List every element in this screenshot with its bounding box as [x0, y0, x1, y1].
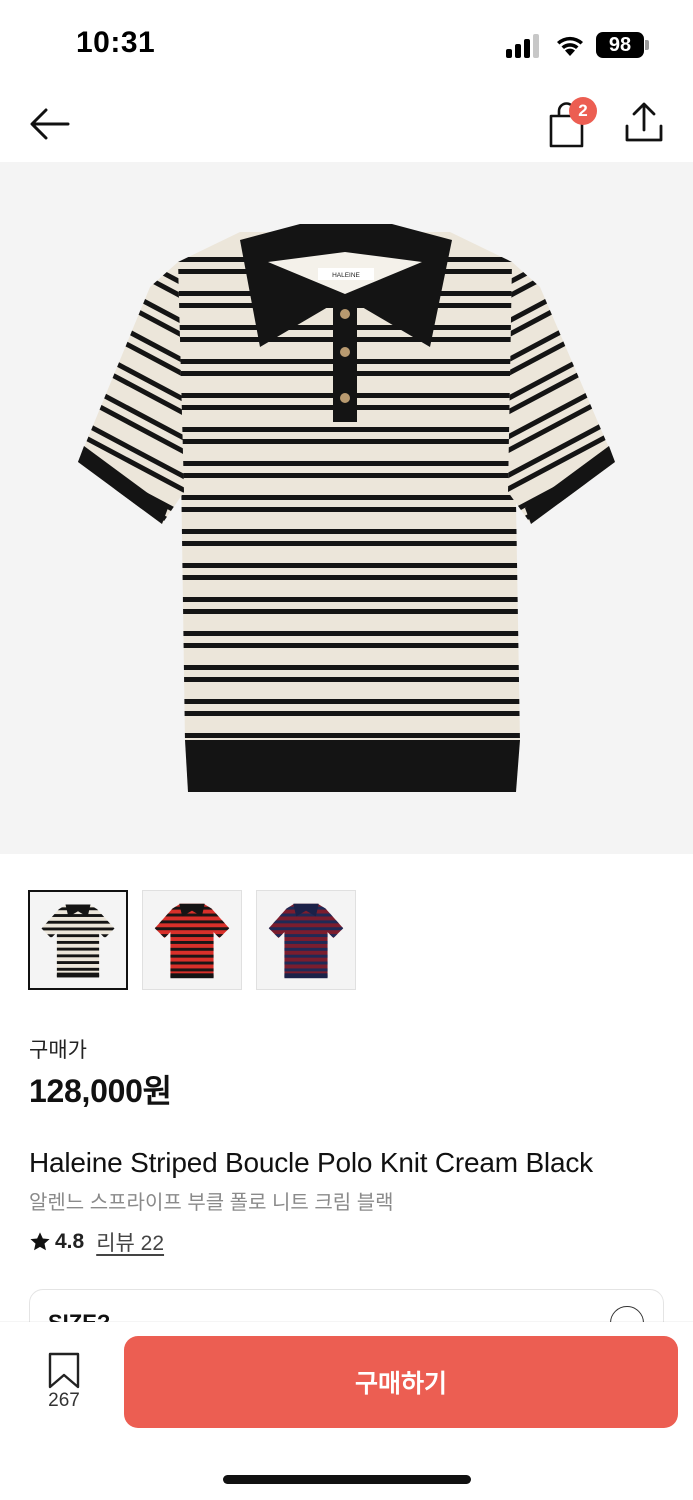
thumb-stripe [41, 967, 115, 971]
thumb-stripe [154, 913, 230, 917]
battery-tip [645, 40, 649, 50]
thumb-stripe [268, 968, 344, 972]
brand-label: HALEINE [332, 272, 360, 279]
product-name-ko: 알렌느 스프라이프 부클 폴로 니트 크림 블랙 [29, 1192, 394, 1214]
wifi-icon [557, 36, 583, 56]
thumb-stripe [41, 947, 115, 951]
stripe [178, 665, 520, 670]
wishlist-button[interactable]: 267 [40, 1350, 88, 1414]
thumb-stripe [41, 934, 115, 938]
share-icon[interactable] [622, 100, 666, 146]
stripe [178, 563, 520, 568]
stripe [78, 523, 158, 524]
polo-shirt-image: HALEINE [78, 224, 615, 792]
thumb-stripe [268, 947, 344, 951]
stripe [178, 711, 520, 716]
stripe [178, 677, 520, 682]
thumb-hem [284, 973, 328, 979]
thumb-stripe [268, 934, 344, 938]
thumb-stripe [41, 914, 115, 917]
thumb-stripe [268, 940, 344, 944]
arrow-left-icon[interactable] [28, 102, 72, 146]
thumb-stripe [154, 961, 230, 965]
stripe [178, 495, 520, 500]
thumb-hem [170, 973, 214, 979]
thumb-hem [56, 972, 100, 978]
rating-value: 4.8 [55, 1230, 85, 1253]
product-image[interactable]: HALEINE [0, 162, 693, 854]
status-time: 10:31 [76, 26, 156, 59]
stripe [178, 643, 520, 648]
thumb-stripe [41, 961, 115, 964]
thumb-stripe [268, 913, 344, 917]
stripe [178, 609, 520, 614]
thumbnail-red-black[interactable] [142, 890, 242, 990]
product-name-en: Haleine Striped Boucle Polo Knit Cream B… [29, 1147, 593, 1178]
thumb-stripe [41, 940, 115, 944]
stripe [526, 508, 615, 524]
stripe [178, 473, 520, 478]
thumb-stripe [268, 961, 344, 965]
stripe [178, 529, 520, 534]
bookmark-icon [48, 1352, 80, 1389]
thumb-stripe [154, 920, 230, 924]
thumb-stripe [268, 954, 344, 958]
thumb-stripe [154, 940, 230, 944]
thumbnail-cream-black[interactable] [28, 890, 128, 990]
review-link[interactable]: 리뷰 22 [96, 1227, 164, 1257]
status-bar: 10:31 98 [0, 0, 693, 92]
thumb-stripe [154, 954, 230, 958]
star-icon [30, 1232, 50, 1251]
stripe [178, 507, 520, 512]
stripe [178, 427, 520, 432]
thumbnail-navy-burgundy-image [268, 903, 344, 979]
stripe [532, 519, 615, 524]
cart-count-badge: 2 [569, 97, 597, 125]
thumb-stripe [154, 947, 230, 951]
battery-indicator: 98 [596, 32, 644, 58]
bottom-action-bar: 267 구매하기 [0, 1322, 693, 1500]
stripe [178, 541, 520, 546]
stripe [178, 439, 520, 444]
buy-button[interactable]: 구매하기 [124, 1336, 678, 1428]
stripe [78, 513, 164, 524]
thumb-stripe [154, 927, 230, 931]
thumb-stripe [154, 934, 230, 938]
thumb-stripe [268, 927, 344, 931]
thumbnail-cream-black-image [41, 904, 115, 978]
thumbnail-red-black-image [154, 903, 230, 979]
thumbnail-navy-burgundy[interactable] [256, 890, 356, 990]
stripe [178, 631, 520, 636]
stripe [178, 575, 520, 580]
stripe [178, 733, 520, 738]
stripe [178, 461, 520, 466]
home-indicator [223, 1475, 471, 1484]
cellular-signal-icon [506, 34, 542, 58]
thumb-stripe [268, 920, 344, 924]
rating-row: 4.8 리뷰 22 [29, 1227, 164, 1257]
stripe [178, 597, 520, 602]
thumb-stripe [41, 920, 115, 924]
stripe [178, 699, 520, 704]
thumb-stripe [154, 968, 230, 972]
price: 128,000원 [29, 1073, 172, 1109]
thumb-stripe [41, 927, 115, 931]
price-label: 구매가 [29, 1039, 87, 1062]
wishlist-count: 267 [48, 1390, 80, 1411]
thumb-stripe [41, 954, 115, 958]
